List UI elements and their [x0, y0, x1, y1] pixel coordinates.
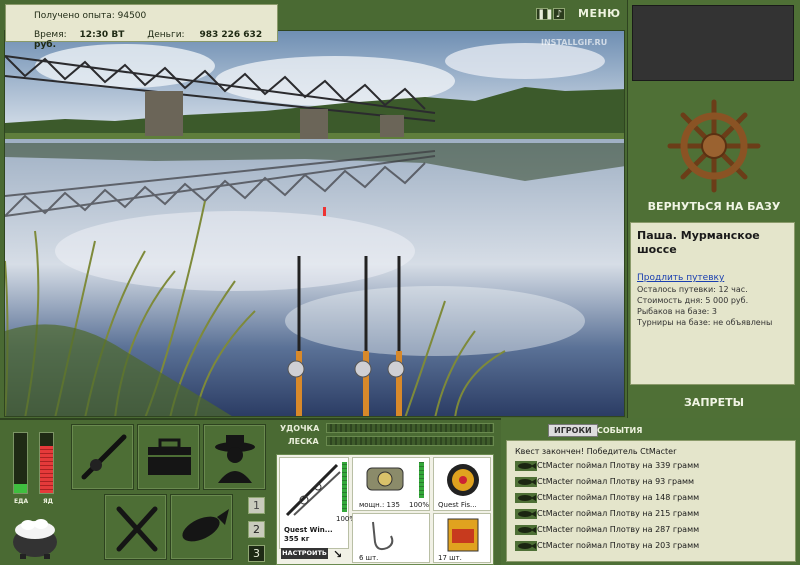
resize-arrow-icon[interactable]: ↘: [333, 548, 342, 561]
reel-condition-gauge: [419, 462, 424, 498]
adjust-button[interactable]: НАСТРОИТЬ: [281, 548, 328, 559]
lake-view: [5, 31, 624, 416]
log-entry: CtMacter поймал Плотву на 215 грамм: [537, 509, 700, 518]
bait-slot[interactable]: 17 шт.: [433, 513, 491, 563]
fish-log-icon: [515, 525, 537, 535]
food-label: ЕДА: [14, 498, 29, 505]
rod-strength-bar: [326, 423, 494, 433]
rod-strength-label: УДОЧКА: [280, 424, 320, 433]
log-entry: CtMacter поймал Плотву на 287 грамм: [537, 525, 700, 534]
poison-label: ЯД: [43, 498, 53, 505]
rod-name: Quest Win...: [284, 526, 333, 534]
fish-log-icon: [515, 477, 537, 487]
fishers-count: Рыбаков на базе: 3: [637, 307, 717, 316]
log-entry: CtMacter поймал Плотву на 148 грамм: [537, 493, 700, 502]
event-log: Квест закончен! Победитель CtMacter CtMa…: [506, 440, 796, 562]
sound-icon[interactable]: ♪: [553, 8, 565, 20]
hook-count: 6 шт.: [359, 554, 379, 562]
fish-tile[interactable]: [170, 494, 233, 560]
food-pot-icon[interactable]: [10, 512, 60, 560]
base-info-panel: Паша. Мурманское шоссе Продлить путевку …: [630, 222, 795, 385]
fisherman-icon: [215, 435, 255, 483]
line-spool-icon: [447, 464, 479, 496]
experience-row: Получено опыта: 94500: [34, 11, 146, 21]
log-entry-quest: Квест закончен! Победитель CtMacter: [515, 447, 677, 456]
game-screen: Получено опыта: 94500 Время: 12:30 ВТ Де…: [0, 0, 800, 565]
fish-icon: [182, 509, 229, 542]
fork-knife-icon: [116, 506, 158, 552]
bait-count: 17 шт.: [438, 554, 462, 562]
menu-button[interactable]: МЕНЮ: [578, 7, 621, 20]
fish-log-icon: [515, 541, 537, 551]
reel-slot[interactable]: мощн.: 135 100%: [352, 457, 430, 511]
bans-button[interactable]: ЗАПРЕТЫ: [628, 396, 800, 409]
log-entry: CtMacter поймал Плотву на 339 грамм: [537, 461, 700, 470]
fish-log-icon: [515, 461, 537, 471]
time-value: 12:30 ВТ: [79, 30, 125, 40]
tournaments-status: Турниры на базе: не объявлены: [637, 318, 773, 327]
rod-icon: [81, 434, 127, 480]
reel-item-icon: [366, 467, 404, 491]
fisherman-tile[interactable]: [203, 424, 266, 490]
extend-permit-link[interactable]: Продлить путевку: [637, 273, 788, 283]
experience-label: Получено опыта:: [34, 11, 115, 21]
tab-events[interactable]: СОБЫТИЯ: [597, 426, 642, 435]
fishing-scene[interactable]: [4, 30, 625, 417]
tackle-box-icon: [148, 438, 191, 475]
tackle-box-tile[interactable]: [137, 424, 200, 490]
page-2-button[interactable]: 2: [248, 521, 265, 538]
pause-icon[interactable]: ❚❚: [536, 8, 554, 20]
log-entry: CtMacter поймал Плотву на 93 грамм: [537, 477, 695, 486]
base-title: Паша. Мурманское шоссе: [637, 229, 760, 256]
rod-item-icon: [285, 463, 341, 517]
rod-weight: 355 кг: [284, 535, 310, 543]
permit-remaining: Осталось путевки: 12 час.: [637, 285, 748, 294]
player-info-panel: Получено опыта: 94500 Время: 12:30 ВТ Де…: [5, 4, 278, 50]
food-meter: [13, 432, 28, 494]
hook-slot[interactable]: 6 шт.: [352, 513, 430, 563]
log-entry: CtMacter поймал Плотву на 203 грамм: [537, 541, 700, 550]
bait-pack-icon: [447, 518, 479, 552]
day-cost: Стоимость дня: 5 000 руб.: [637, 296, 749, 305]
poison-meter: [39, 432, 54, 494]
line-strength-label: ЛЕСКА: [288, 437, 319, 446]
kitchen-tile[interactable]: [104, 494, 167, 560]
fish-log-icon: [515, 493, 537, 503]
reel-percent: 100%: [409, 501, 430, 509]
line-name: Quest Fis...: [438, 501, 477, 509]
time-label: Время:: [34, 30, 67, 40]
time-money-row: Время: 12:30 ВТ Деньги: 983 226 632 руб.: [34, 30, 277, 50]
tab-players[interactable]: ИГРОКИ: [548, 424, 598, 437]
experience-value: 94500: [117, 11, 147, 21]
tackle-tile[interactable]: [71, 424, 134, 490]
fish-log-icon: [515, 509, 537, 519]
reel-power: мощн.: 135: [359, 501, 400, 509]
float-marker: [323, 207, 326, 216]
money-label: Деньги:: [147, 30, 185, 40]
return-to-base-button[interactable]: ВЕРНУТЬСЯ НА БАЗУ: [628, 200, 800, 213]
rod-slot[interactable]: 100% Quest Win... 355 кг: [279, 457, 356, 549]
ad-box: [632, 5, 794, 81]
page-3-button[interactable]: 3: [248, 545, 265, 562]
rod-condition-gauge: [342, 462, 347, 512]
hook-icon: [372, 521, 394, 551]
line-slot[interactable]: Quest Fis...: [433, 457, 491, 511]
watermark: INSTALLGIF.RU: [541, 38, 608, 47]
ship-wheel-icon[interactable]: [666, 98, 762, 194]
page-1-button[interactable]: 1: [248, 497, 265, 514]
line-strength-bar: [326, 436, 494, 446]
